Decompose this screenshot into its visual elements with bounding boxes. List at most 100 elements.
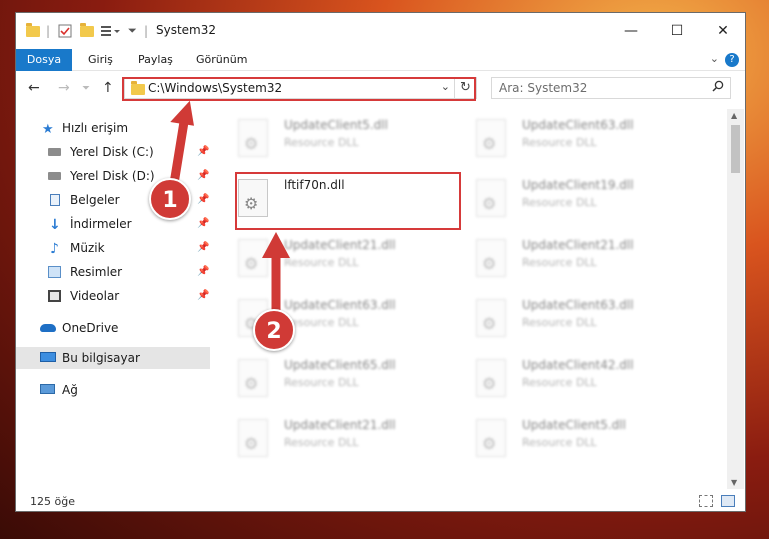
sidebar-item-label: Belgeler (70, 193, 120, 207)
sidebar-item-network[interactable]: Ağ (16, 379, 210, 401)
file-item[interactable]: ⚙ UpdateClient21.dll Resource DLL (216, 229, 446, 285)
recent-locations-icon[interactable]: ⏷ (82, 83, 90, 94)
title-separator: | (46, 24, 51, 38)
file-type: Resource DLL (284, 376, 359, 389)
dll-file-icon: ⚙ (476, 239, 506, 277)
properties-icon[interactable] (58, 22, 72, 40)
file-item[interactable]: ⚙ UpdateClient63.dll Resource DLL (454, 109, 684, 165)
file-type: Resource DLL (522, 376, 597, 389)
address-highlight-box (122, 77, 476, 101)
file-type: Resource DLL (522, 316, 597, 329)
ribbon-expand-icon[interactable]: ⌄ (710, 52, 719, 65)
new-folder-icon[interactable] (80, 22, 94, 40)
file-type: Resource DLL (284, 316, 359, 329)
pin-icon: 📌 (197, 170, 210, 181)
network-icon (40, 384, 55, 394)
sidebar-item-label: Yerel Disk (D:) (70, 169, 155, 183)
sidebar-item-music[interactable]: ♪ Müzik 📌 (16, 237, 210, 259)
scroll-up-icon[interactable]: ▲ (731, 111, 737, 120)
file-item[interactable]: ⚙ UpdateClient5.dll Resource DLL (454, 409, 684, 465)
file-type: Resource DLL (522, 436, 597, 449)
sidebar-item-label: Müzik (70, 241, 105, 255)
navigation-pane: ★ Hızlı erişim Yerel Disk (C:) 📌 Yerel D… (16, 113, 210, 485)
file-type: Resource DLL (284, 436, 359, 449)
file-item[interactable]: ⚙ UpdateClient42.dll Resource DLL (454, 349, 684, 405)
search-input[interactable]: Ara: System32 (499, 81, 587, 95)
file-item[interactable]: ⚙ UpdateClient19.dll Resource DLL (454, 169, 684, 225)
qat-dropdown-icon[interactable]: ⏷ (128, 22, 137, 40)
sidebar-item-onedrive[interactable]: OneDrive (16, 317, 210, 339)
up-arrow-icon[interactable]: ↑ (102, 80, 114, 96)
sidebar-item-videos[interactable]: Videolar 📌 (16, 285, 210, 307)
dll-file-icon: ⚙ (476, 299, 506, 337)
sidebar-item-label: Bu bilgisayar (62, 351, 140, 365)
sidebar-item-label: Hızlı erişim (62, 121, 129, 135)
status-bar: 125 öğe (16, 491, 745, 513)
sidebar-item-label: OneDrive (62, 321, 119, 335)
file-name: UpdateClient42.dll (522, 358, 634, 372)
tab-home[interactable]: Giriş (78, 49, 123, 71)
dll-file-icon: ⚙ (476, 119, 506, 157)
file-type: Resource DLL (522, 136, 597, 149)
file-list: ⚙ UpdateClient5.dll Resource DLL ⚙ lftif… (216, 109, 726, 489)
download-icon: ↓ (49, 217, 61, 233)
large-icons-view-icon[interactable] (721, 495, 735, 507)
file-item[interactable]: ⚙ UpdateClient21.dll Resource DLL (454, 229, 684, 285)
scroll-down-icon[interactable]: ▼ (731, 478, 737, 487)
sidebar-item-label: İndirmeler (70, 217, 132, 231)
tab-view[interactable]: Görünüm (186, 49, 257, 71)
pin-icon: 📌 (197, 146, 210, 157)
sidebar-item-pictures[interactable]: Resimler 📌 (16, 261, 210, 283)
file-name: UpdateClient63.dll (284, 298, 396, 312)
item-count: 125 öğe (30, 495, 75, 508)
pin-icon: 📌 (197, 266, 210, 277)
maximize-button[interactable]: ☐ (654, 13, 700, 49)
pictures-icon (48, 266, 61, 278)
quick-access-folder-icon[interactable] (26, 22, 40, 40)
details-view-icon[interactable] (699, 495, 713, 507)
title-separator-2: | (144, 24, 149, 38)
file-item[interactable]: ⚙ UpdateClient63.dll Resource DLL (454, 289, 684, 345)
title-bar: | ⏷ | System32 — ☐ ✕ (16, 13, 745, 49)
file-item[interactable]: ⚙ UpdateClient65.dll Resource DLL (216, 349, 446, 405)
dll-file-icon: ⚙ (476, 359, 506, 397)
file-item[interactable]: ⚙ UpdateClient21.dll Resource DLL (216, 409, 446, 465)
back-arrow-icon[interactable]: ← (28, 80, 40, 96)
cloud-icon (40, 324, 56, 332)
sidebar-item-quick-access[interactable]: ★ Hızlı erişim (16, 117, 210, 139)
minimize-button[interactable]: — (608, 13, 654, 49)
documents-icon (50, 194, 60, 206)
sidebar-item-label: Ağ (62, 383, 78, 397)
help-icon[interactable]: ? (725, 53, 739, 67)
dll-file-icon: ⚙ (476, 179, 506, 217)
file-name: UpdateClient21.dll (284, 238, 396, 252)
tab-share[interactable]: Paylaş (128, 49, 183, 71)
file-item[interactable]: ⚙ UpdateClient63.dll Resource DLL (216, 289, 446, 345)
file-type: Resource DLL (522, 196, 597, 209)
dll-file-icon: ⚙ (238, 119, 268, 157)
search-box[interactable]: Ara: System32 (491, 77, 731, 99)
file-type: Resource DLL (522, 256, 597, 269)
customize-toolbar-icon[interactable] (100, 22, 122, 40)
close-button[interactable]: ✕ (700, 13, 746, 49)
star-icon: ★ (42, 122, 54, 137)
sidebar-item-this-pc[interactable]: Bu bilgisayar (16, 347, 210, 369)
sidebar-item-disk-c[interactable]: Yerel Disk (C:) 📌 (16, 141, 210, 163)
videos-icon (48, 290, 61, 302)
music-icon: ♪ (50, 241, 59, 257)
step-1-badge: 1 (149, 178, 191, 220)
dll-file-icon: ⚙ (238, 359, 268, 397)
sidebar-item-label: Yerel Disk (C:) (70, 145, 154, 159)
tab-file[interactable]: Dosya (16, 49, 72, 71)
file-name: UpdateClient21.dll (284, 418, 396, 432)
dll-file-icon: ⚙ (476, 419, 506, 457)
ribbon-tabs: Dosya Giriş Paylaş Görünüm ⌄ ? (16, 49, 745, 71)
file-name: UpdateClient5.dll (522, 418, 626, 432)
file-highlight-box (235, 172, 461, 230)
forward-arrow-icon[interactable]: → (58, 80, 70, 96)
search-icon (712, 80, 724, 96)
scrollbar-thumb[interactable] (731, 125, 740, 173)
vertical-scrollbar[interactable]: ▲ ▼ (727, 109, 744, 489)
file-item[interactable]: ⚙ UpdateClient5.dll Resource DLL (216, 109, 446, 165)
file-type: Resource DLL (284, 256, 359, 269)
